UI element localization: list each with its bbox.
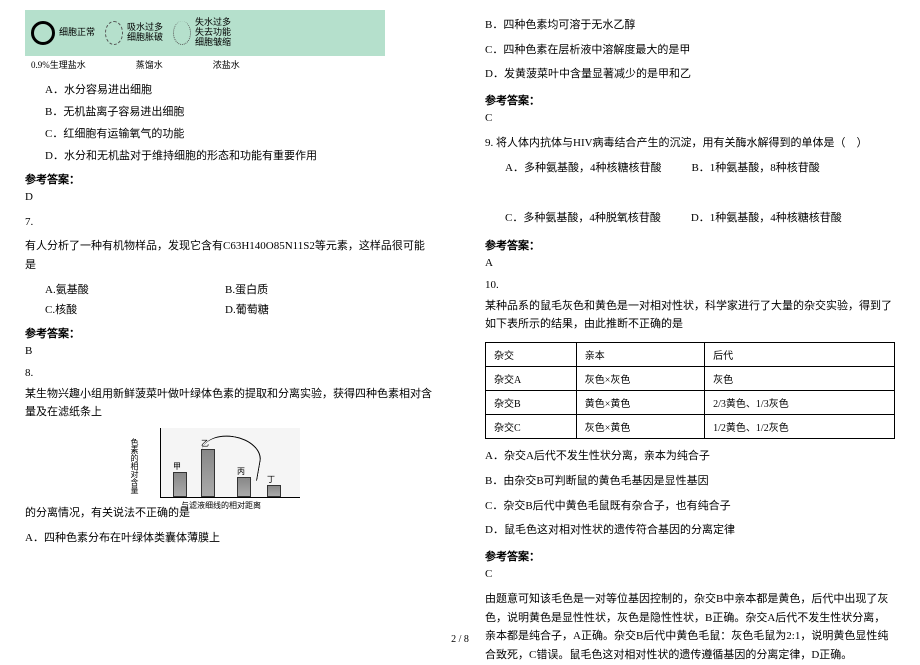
q10-table: 杂交 亲本 后代 杂交A 灰色×灰色 灰色 杂交B 黄色×黄色 2/3黄色、1/… [485, 342, 895, 439]
q8-d: D．发黄菠菜叶中含量显著减少的是甲和乙 [485, 65, 895, 84]
bar-1 [173, 472, 187, 497]
q7-a: A.氨基酸 [45, 281, 225, 297]
q7-d: D.葡萄糖 [225, 301, 405, 317]
q9-ans: A [485, 257, 895, 269]
q9-c: C．多种氨基酸，4种脱氧核苷酸 [505, 209, 661, 225]
q9-a: A．多种氨基酸，4种核糖核苷酸 [505, 159, 661, 175]
cell-ring-icon [31, 21, 55, 45]
q9-b: B．1种氨基酸，8种核苷酸 [691, 159, 819, 175]
bar-lbl-2: 乙 [201, 438, 209, 449]
q8-a: A．四种色素分布在叶绿体类囊体薄膜上 [25, 529, 435, 548]
table-row: 杂交C 灰色×黄色 1/2黄色、1/2灰色 [486, 415, 895, 439]
q10-a: A．杂交A后代不发生性状分离，亲本为纯合子 [485, 447, 895, 466]
q8-stem-pre: 某生物兴趣小组用新鲜菠菜叶做叶绿体色素的提取和分离实验，获得四种色素相对含量及在… [25, 385, 435, 422]
q10-exp: 由题意可知该毛色是一对等位基因控制的，杂交B中亲本都是黄色，后代中出现了灰色，说… [485, 590, 895, 665]
cell-normal-label: 细胞正常 [59, 28, 95, 38]
q8-ans-label: 参考答案： [485, 92, 895, 108]
th2: 亲本 [576, 343, 704, 367]
th3: 后代 [705, 343, 895, 367]
q10-c: C．杂交B后代中黄色毛鼠既有杂合子，也有纯合子 [485, 497, 895, 516]
q10-num: 10. [485, 279, 895, 291]
q9-ans-label: 参考答案： [485, 237, 895, 253]
q7-ans-label: 参考答案： [25, 325, 435, 341]
q7-row2: C.核酸 D.葡萄糖 [45, 301, 435, 317]
q9-d: D．1种氨基酸，4种核糖核苷酸 [691, 209, 842, 225]
table-row: 杂交A 灰色×灰色 灰色 [486, 367, 895, 391]
q6-opt-d: D．水分和无机盐对于维持细胞的形态和功能有重要作用 [45, 147, 435, 163]
q10-b: B．由杂交B可判断鼠的黄色毛基因是显性基因 [485, 472, 895, 491]
bar-lbl-3: 丙 [237, 466, 245, 477]
env3: 浓盐水 [213, 58, 240, 71]
q9-opts: A．多种氨基酸，4种核糖核苷酸 B．1种氨基酸，8种核苷酸 C．多种氨基酸，4种… [505, 159, 895, 229]
q8-chart: 色素的相对含量 甲 乙 丙 丁 与滤液细线的相对距离 [160, 428, 300, 498]
q6-opt-c: C．红细胞有运输氧气的功能 [45, 125, 435, 141]
q6-opt-a: A．水分容易进出细胞 [45, 81, 435, 97]
cell-swollen: 吸水过多 细胞胀破 [105, 21, 163, 45]
q6-ans: D [25, 191, 435, 203]
q7-stem: 有人分析了一种有机物样品，发现它含有C63H140O85N11S2等元素，这样品… [25, 237, 435, 274]
q8-b: B．四种色素均可溶于无水乙醇 [485, 16, 895, 35]
q6-ans-label: 参考答案： [25, 171, 435, 187]
swollen-l2: 细胞胀破 [127, 33, 163, 43]
bar-4 [267, 485, 281, 497]
chart-ylabel: 色素的相对含量 [129, 438, 140, 494]
right-column: B．四种色素均可溶于无水乙醇 C．四种色素在层析液中溶解度最大的是甲 D．发黄菠… [460, 0, 920, 620]
q10-stem: 某种品系的鼠毛灰色和黄色是一对相对性状，科学家进行了大量的杂交实验，得到了如下表… [485, 297, 895, 334]
q8-ans: C [485, 112, 895, 124]
cell-thin-icon [105, 21, 123, 45]
shrunk-l3: 细胞皱缩 [195, 38, 231, 48]
page: 细胞正常 吸水过多 细胞胀破 失水过多 失去功能 细胞皱缩 0.9%生理盐水 [0, 0, 920, 620]
cell-normal: 细胞正常 [31, 21, 95, 45]
q7-b: B.蛋白质 [225, 281, 405, 297]
q7-num: 7. [25, 213, 435, 232]
table-row: 杂交 亲本 后代 [486, 343, 895, 367]
page-number: 2 / 8 [451, 634, 469, 645]
q8-num: 8. [25, 367, 435, 379]
bar-lbl-1: 甲 [173, 461, 181, 472]
cell-figure: 细胞正常 吸水过多 细胞胀破 失水过多 失去功能 细胞皱缩 [25, 10, 385, 56]
th1: 杂交 [486, 343, 577, 367]
chart-xlabel: 与滤液细线的相对距离 [181, 500, 261, 511]
q7-ans: B [25, 345, 435, 357]
q10-d: D．鼠毛色这对相对性状的遗传符合基因的分离定律 [485, 521, 895, 540]
q10-ans: C [485, 568, 895, 580]
q7-row1: A.氨基酸 B.蛋白质 [45, 281, 435, 297]
q9-stem: 9. 将人体内抗体与HIV病毒结合产生的沉淀，用有关酶水解得到的单体是（ ） [485, 134, 895, 153]
bar-lbl-4: 丁 [267, 474, 275, 485]
left-column: 细胞正常 吸水过多 细胞胀破 失水过多 失去功能 细胞皱缩 0.9%生理盐水 [0, 0, 460, 620]
q8-chart-wrap: 色素的相对含量 甲 乙 丙 丁 与滤液细线的相对距离 [25, 428, 435, 498]
q7-c: C.核酸 [45, 301, 225, 317]
env1: 0.9%生理盐水 [31, 58, 86, 71]
env-labels: 0.9%生理盐水 蒸馏水 浓盐水 [25, 58, 435, 71]
env2: 蒸馏水 [136, 58, 163, 71]
q8-c: C．四种色素在层析液中溶解度最大的是甲 [485, 41, 895, 60]
table-row: 杂交B 黄色×黄色 2/3黄色、1/3灰色 [486, 391, 895, 415]
bar-3 [237, 477, 251, 497]
q6-opt-b: B．无机盐离子容易进出细胞 [45, 103, 435, 119]
cell-shrunk: 失水过多 失去功能 细胞皱缩 [173, 18, 231, 48]
cell-broken-icon [173, 21, 191, 45]
q10-ans-label: 参考答案： [485, 548, 895, 564]
